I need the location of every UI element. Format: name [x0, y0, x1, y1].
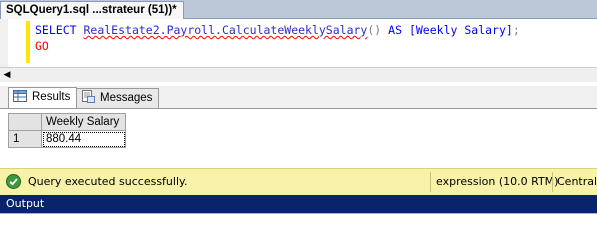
keyword-select: SELECT: [35, 23, 77, 37]
code-text[interactable]: SELECT RealEstate2.Payroll.CalculateWeek…: [35, 22, 520, 54]
query-editor[interactable]: SELECT RealEstate2.Payroll.CalculateWeek…: [0, 19, 597, 68]
function-reference: RealEstate2.Payroll.CalculateWeeklySalar…: [83, 23, 368, 37]
output-panel-header[interactable]: Output: [0, 195, 597, 213]
status-divider: [430, 172, 431, 192]
results-grid-area: Weekly Salary 1 880.44: [0, 109, 597, 166]
parens: (): [367, 23, 382, 37]
results-tab-strip: Results Messages: [0, 86, 597, 109]
status-divider: [552, 172, 553, 192]
query-status-bar: Query executed successfully. expression …: [0, 168, 597, 196]
column-header-weekly-salary[interactable]: Weekly Salary: [41, 113, 126, 131]
document-tab[interactable]: SQLQuery1.sql ...strateur (51))*: [0, 1, 184, 19]
output-panel-body[interactable]: [0, 213, 597, 245]
scroll-left-arrow-icon[interactable]: ◀: [2, 68, 12, 82]
document-tab-strip: SQLQuery1.sql ...strateur (51))*: [0, 0, 597, 19]
keyword-go: GO: [35, 39, 49, 53]
grid-icon: [13, 89, 27, 102]
cell-weekly-salary[interactable]: 880.44: [41, 130, 126, 148]
editor-gutter: [0, 19, 8, 67]
status-server: expression (10.0 RTM): [436, 175, 559, 188]
grid-corner[interactable]: [8, 113, 42, 131]
tab-messages[interactable]: Messages: [76, 88, 160, 108]
grid-header-row: Weekly Salary: [8, 113, 126, 131]
tab-results-label: Results: [32, 91, 71, 103]
status-user: Central\: [557, 175, 597, 188]
messages-icon: [82, 90, 95, 104]
keyword-as: AS: [388, 23, 403, 37]
output-title: Output: [6, 197, 45, 210]
tab-messages-label: Messages: [100, 92, 153, 104]
tab-results[interactable]: Results: [8, 87, 78, 108]
editor-horizontal-scrollbar[interactable]: ◀: [0, 67, 597, 82]
column-alias: [Weekly Salary]: [408, 23, 513, 37]
semicolon: ;: [512, 23, 520, 37]
table-row: 1 880.44: [8, 130, 126, 148]
row-number[interactable]: 1: [8, 130, 42, 148]
status-message: Query executed successfully.: [28, 175, 188, 188]
check-icon: [6, 174, 21, 189]
results-grid: Weekly Salary 1 880.44: [8, 113, 126, 148]
changed-lines-marker: [26, 21, 30, 63]
